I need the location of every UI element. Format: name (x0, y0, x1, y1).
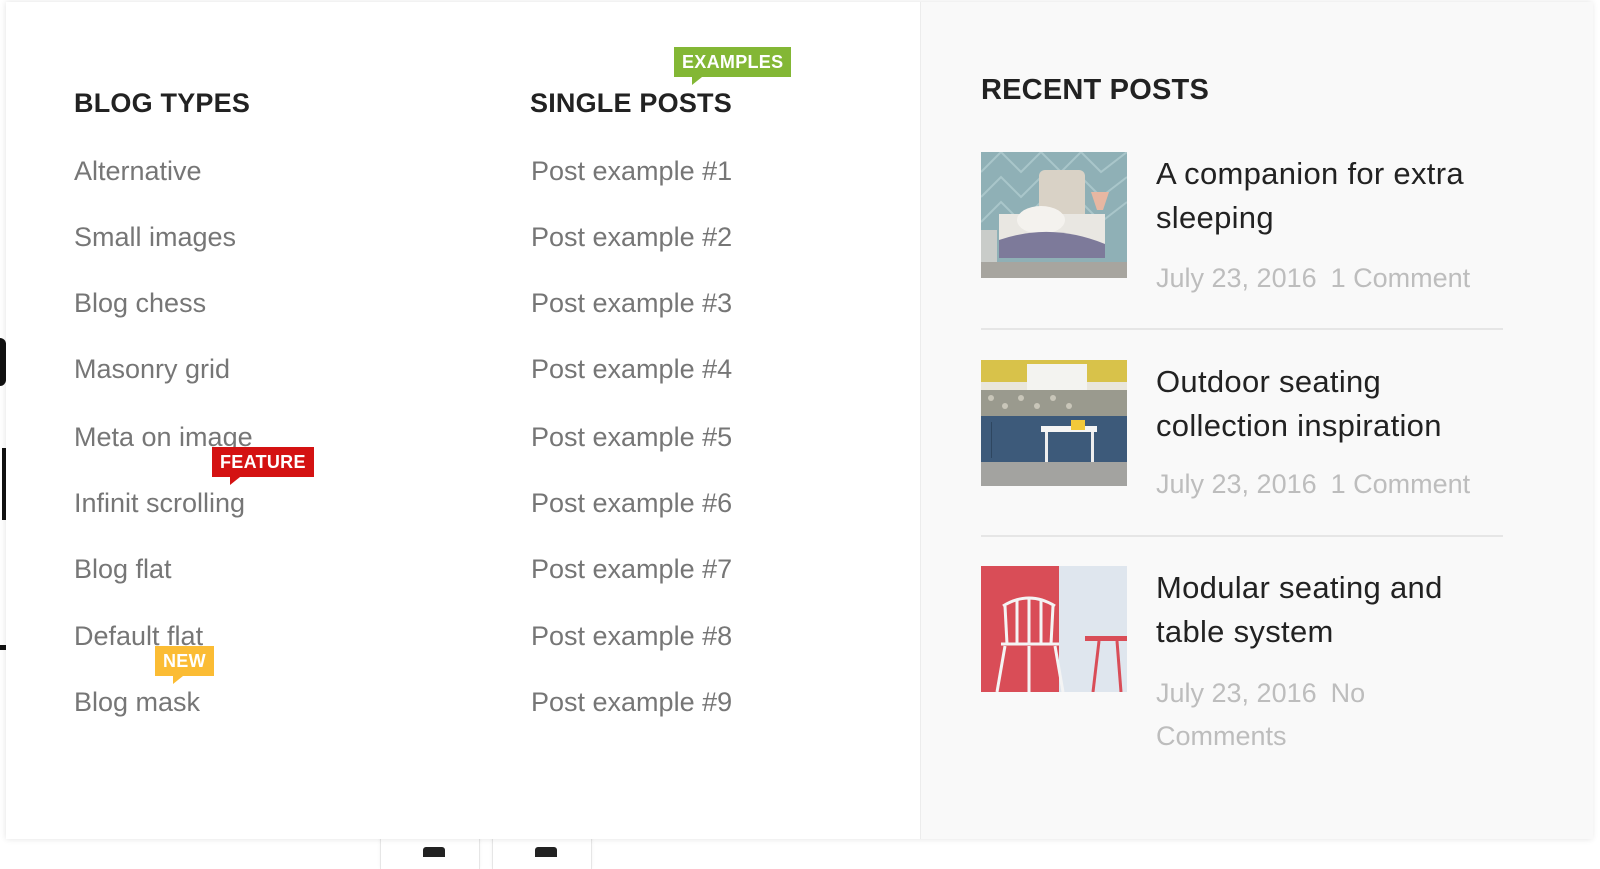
mega-menu-dropdown: BLOG TYPES Alternative Small images Blog… (6, 2, 1593, 839)
menu-link-post-example-9[interactable]: Post example #9 (531, 686, 732, 718)
post-comments-link[interactable]: 1 Comment (1331, 469, 1471, 499)
post-thumbnail-bedroom[interactable] (981, 152, 1127, 278)
post-meta: July 23, 2016 No Comments (1156, 672, 1496, 758)
menu-link-post-example-6[interactable]: Post example #6 (531, 487, 732, 519)
post-thumbnail-kitchen[interactable] (981, 360, 1127, 486)
post-thumbnail-chair[interactable] (981, 566, 1127, 692)
recent-posts-heading: RECENT POSTS (981, 74, 1209, 106)
post-comments-link[interactable]: 1 Comment (1331, 263, 1471, 293)
menu-link-small-images[interactable]: Small images (74, 221, 236, 253)
feature-badge: FEATURE (212, 447, 314, 485)
menu-link-blog-flat[interactable]: Blog flat (74, 553, 172, 585)
single-posts-heading: SINGLE POSTS (530, 88, 732, 118)
post-date: July 23, 2016 (1156, 263, 1317, 293)
background-tab (380, 838, 480, 869)
background-tab (492, 838, 592, 869)
menu-link-blog-mask[interactable]: Blog mask (74, 686, 200, 718)
menu-link-alternative[interactable]: Alternative (74, 155, 202, 187)
post-title-link[interactable]: Modular seating and table system (1156, 566, 1506, 654)
menu-link-post-example-5[interactable]: Post example #5 (531, 421, 732, 453)
recent-posts-panel: RECENT POSTS A companion for extra sleep… (920, 2, 1593, 839)
menu-link-post-example-2[interactable]: Post example #2 (531, 221, 732, 253)
menu-link-post-example-4[interactable]: Post example #4 (531, 353, 732, 385)
menu-link-masonry-grid[interactable]: Masonry grid (74, 353, 230, 385)
post-date: July 23, 2016 (1156, 469, 1317, 499)
post-date: July 23, 2016 (1156, 678, 1317, 708)
post-meta: July 23, 2016 1 Comment (1156, 463, 1496, 506)
post-divider (981, 535, 1503, 537)
recent-post-item: A companion for extra sleeping July 23, … (981, 152, 1503, 302)
examples-badge: EXAMPLES (674, 47, 792, 85)
menu-link-post-example-8[interactable]: Post example #8 (531, 620, 732, 652)
new-badge: NEW (155, 646, 214, 684)
post-title-link[interactable]: A companion for extra sleeping (1156, 152, 1506, 240)
menu-link-post-example-7[interactable]: Post example #7 (531, 553, 732, 585)
post-divider (981, 328, 1503, 330)
menu-link-post-example-1[interactable]: Post example #1 (531, 155, 732, 187)
post-title-link[interactable]: Outdoor seating collection inspiration (1156, 360, 1506, 448)
menu-link-infinit-scrolling[interactable]: Infinit scrolling (74, 487, 245, 519)
post-meta: July 23, 2016 1 Comment (1156, 257, 1496, 300)
menu-link-post-example-3[interactable]: Post example #3 (531, 287, 732, 319)
recent-post-item: Modular seating and table system July 23… (981, 566, 1503, 766)
recent-post-item: Outdoor seating collection inspiration J… (981, 360, 1503, 510)
blog-types-heading: BLOG TYPES (74, 88, 251, 118)
menu-link-blog-chess[interactable]: Blog chess (74, 287, 206, 319)
